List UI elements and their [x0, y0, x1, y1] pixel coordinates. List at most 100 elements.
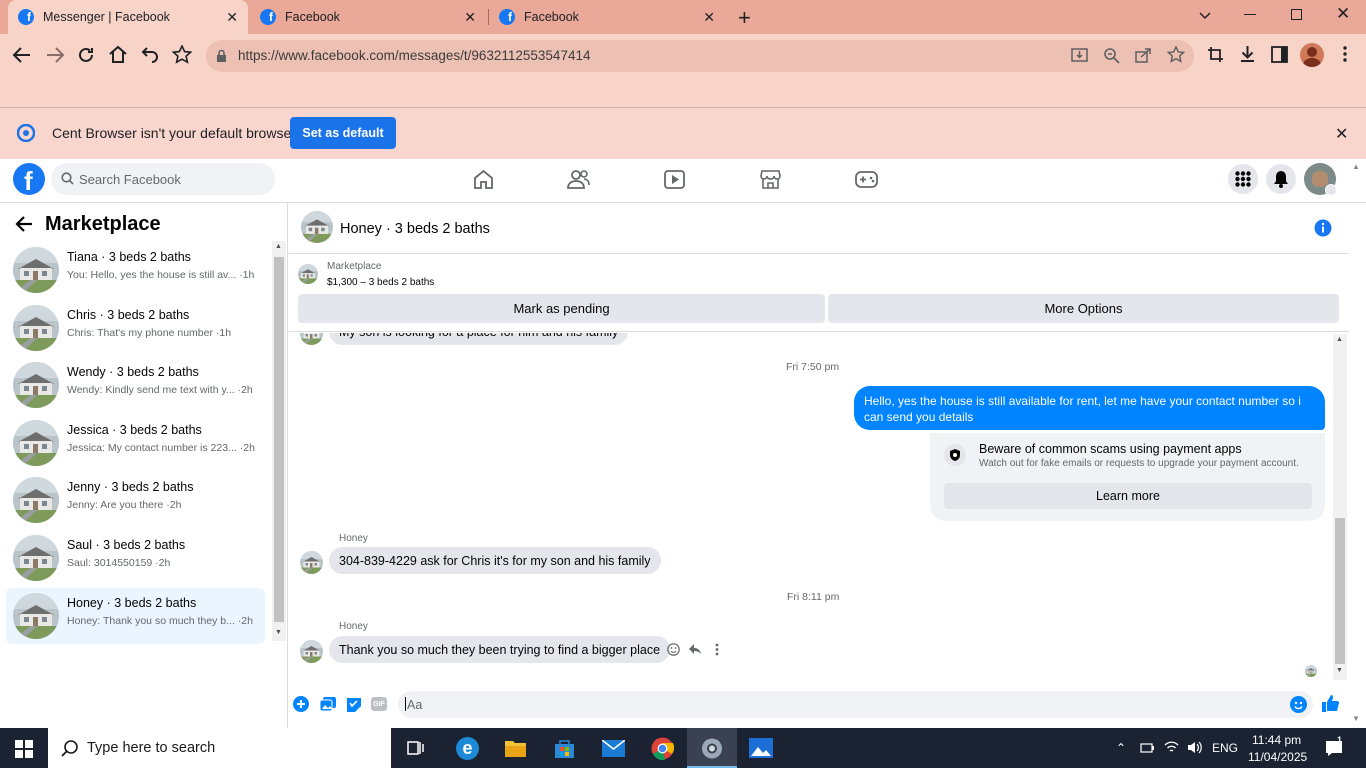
close-tab-icon[interactable]: ✕ — [464, 9, 476, 26]
home-icon[interactable] — [108, 45, 128, 64]
conversation-item[interactable]: Tiana · 3 beds 2 baths You: Hello, yes th… — [6, 242, 265, 298]
install-app-icon[interactable] — [1071, 47, 1088, 63]
message-avatar[interactable] — [300, 551, 323, 574]
conversation-item[interactable]: Chris · 3 beds 2 baths Chris: That's my p… — [6, 300, 265, 356]
menu-kebab-icon[interactable] — [1343, 46, 1347, 62]
sidebar-scrollbar[interactable] — [272, 241, 286, 641]
close-infobar-icon[interactable]: ✕ — [1335, 124, 1348, 144]
forward-icon[interactable] — [45, 46, 65, 64]
gaming-nav-icon[interactable] — [855, 171, 878, 188]
incoming-message-bubble[interactable]: 304-839-4229 ask for Chris it's for my s… — [329, 547, 661, 574]
attach-photo-icon[interactable] — [320, 697, 336, 712]
search-facebook-input[interactable]: Search Facebook — [51, 163, 275, 195]
download-icon[interactable] — [1239, 45, 1256, 63]
page-scroll-down-icon[interactable]: ▼ — [1352, 714, 1360, 723]
tray-chevron-icon[interactable]: ⌃ — [1116, 741, 1126, 755]
close-window-icon[interactable]: ✕ — [1336, 4, 1350, 24]
friends-nav-icon[interactable] — [567, 169, 590, 190]
close-tab-icon[interactable]: ✕ — [703, 9, 715, 26]
conversation-item[interactable]: Jenny · 3 beds 2 baths Jenny: Are you the… — [6, 472, 265, 528]
listing-thumbnail[interactable] — [298, 264, 318, 284]
react-emoji-icon[interactable] — [667, 643, 680, 656]
tab-facebook-2[interactable]: f Facebook ✕ — [489, 0, 725, 34]
page-scroll-up-icon[interactable]: ▲ — [1352, 162, 1360, 171]
wifi-icon[interactable] — [1164, 741, 1179, 754]
scroll-down-arrow-icon[interactable]: ▼ — [275, 629, 282, 636]
bookmark-star-icon[interactable] — [172, 45, 192, 64]
infobar-message: Cent Browser isn't your default browser — [52, 125, 296, 141]
cent-browser-taskbar-button[interactable] — [687, 728, 737, 768]
new-tab-icon[interactable]: + — [738, 5, 751, 31]
store-icon[interactable] — [554, 738, 575, 759]
profile-icon[interactable] — [1300, 43, 1324, 67]
taskbar-search-box[interactable]: Type here to search — [48, 728, 391, 768]
tab-facebook-1[interactable]: f Facebook ✕ — [250, 0, 486, 34]
like-thumb-icon[interactable] — [1321, 694, 1340, 713]
incoming-message-bubble[interactable]: Thank you so much they been trying to fi… — [329, 636, 671, 663]
account-chevron-icon[interactable] — [1325, 184, 1337, 196]
chat-scroll-up-icon[interactable]: ▲ — [1336, 336, 1343, 343]
set-as-default-button[interactable]: Set as default — [290, 117, 396, 149]
minimize-icon[interactable] — [1244, 14, 1256, 15]
edge-icon[interactable]: e — [456, 737, 479, 760]
back-icon[interactable] — [12, 46, 32, 64]
conversation-item[interactable]: Jessica · 3 beds 2 baths Jessica: My cont… — [6, 415, 265, 471]
reload-icon[interactable] — [77, 46, 95, 64]
chat-title[interactable]: Honey · 3 beds 2 baths — [340, 221, 490, 237]
marketplace-nav-icon[interactable] — [760, 169, 781, 190]
bookmark-page-star-icon[interactable] — [1167, 46, 1185, 63]
clock-date[interactable]: 11/04/2025 — [1248, 750, 1307, 764]
emoji-icon[interactable] — [1290, 696, 1307, 713]
task-view-icon[interactable] — [407, 739, 425, 757]
share-icon[interactable] — [1135, 47, 1152, 63]
zoom-icon[interactable] — [1103, 47, 1120, 64]
back-arrow-icon[interactable] — [15, 216, 33, 232]
conversation-item[interactable]: Wendy · 3 beds 2 baths Wendy: Kindly send… — [6, 357, 265, 413]
mail-icon[interactable] — [602, 740, 625, 757]
listing-detail[interactable]: $1,300 – 3 beds 2 baths — [327, 277, 434, 288]
outgoing-message-bubble[interactable]: Hello, yes the house is still available … — [854, 386, 1325, 430]
message-avatar[interactable] — [300, 640, 323, 663]
home-nav-icon[interactable] — [473, 169, 494, 190]
volume-icon[interactable] — [1187, 741, 1202, 754]
message-input[interactable]: Aa — [398, 691, 1313, 718]
info-icon[interactable] — [1314, 219, 1332, 237]
message-more-icon[interactable] — [715, 643, 719, 656]
more-actions-icon[interactable] — [293, 696, 309, 712]
chat-scrollbar[interactable] — [1333, 334, 1347, 680]
url-text[interactable]: https://www.facebook.com/messages/t/9632… — [238, 48, 590, 63]
more-options-button[interactable]: More Options — [828, 294, 1339, 323]
facebook-logo[interactable]: f — [13, 163, 45, 195]
conversation-item[interactable]: Honey · 3 beds 2 baths Honey: Thank you s… — [6, 587, 265, 644]
scam-warning-body: Watch out for fake emails or requests to… — [979, 458, 1299, 469]
tab-messenger[interactable]: f Messenger | Facebook ✕ — [8, 0, 248, 34]
file-explorer-icon[interactable] — [504, 739, 527, 758]
windows-start-icon[interactable] — [15, 740, 33, 758]
menu-grid-button[interactable] — [1228, 164, 1258, 194]
crop-icon[interactable] — [1207, 46, 1224, 63]
restore-icon[interactable] — [1291, 9, 1302, 20]
undo-close-icon[interactable] — [140, 46, 160, 64]
tab-search-icon[interactable] — [1198, 8, 1212, 22]
conversation-avatar — [13, 362, 59, 409]
sidebar-icon[interactable] — [1271, 46, 1288, 63]
chat-scroll-down-icon[interactable]: ▼ — [1336, 667, 1343, 674]
language-indicator[interactable]: ENG — [1212, 741, 1238, 755]
notifications-button[interactable] — [1266, 164, 1296, 194]
reply-icon[interactable] — [688, 643, 702, 655]
learn-more-button[interactable]: Learn more — [944, 483, 1312, 509]
sticker-icon[interactable] — [346, 697, 362, 712]
photos-app-icon[interactable] — [749, 738, 773, 758]
gif-icon[interactable]: GIF — [371, 697, 387, 711]
chrome-icon[interactable] — [651, 737, 674, 760]
lock-icon[interactable] — [216, 49, 227, 63]
clock-time[interactable]: 11:44 pm — [1252, 733, 1301, 747]
chat-avatar[interactable] — [301, 211, 333, 243]
watch-nav-icon[interactable] — [664, 170, 685, 189]
close-tab-icon[interactable]: ✕ — [226, 9, 238, 26]
battery-icon[interactable] — [1140, 742, 1155, 754]
scroll-up-arrow-icon[interactable]: ▲ — [275, 243, 282, 250]
message-bubble[interactable]: My son is looking for a place for him an… — [329, 333, 629, 345]
conversation-item[interactable]: Saul · 3 beds 2 baths Saul: 3014550159 ·2… — [6, 530, 265, 586]
mark-as-pending-button[interactable]: Mark as pending — [298, 294, 825, 323]
